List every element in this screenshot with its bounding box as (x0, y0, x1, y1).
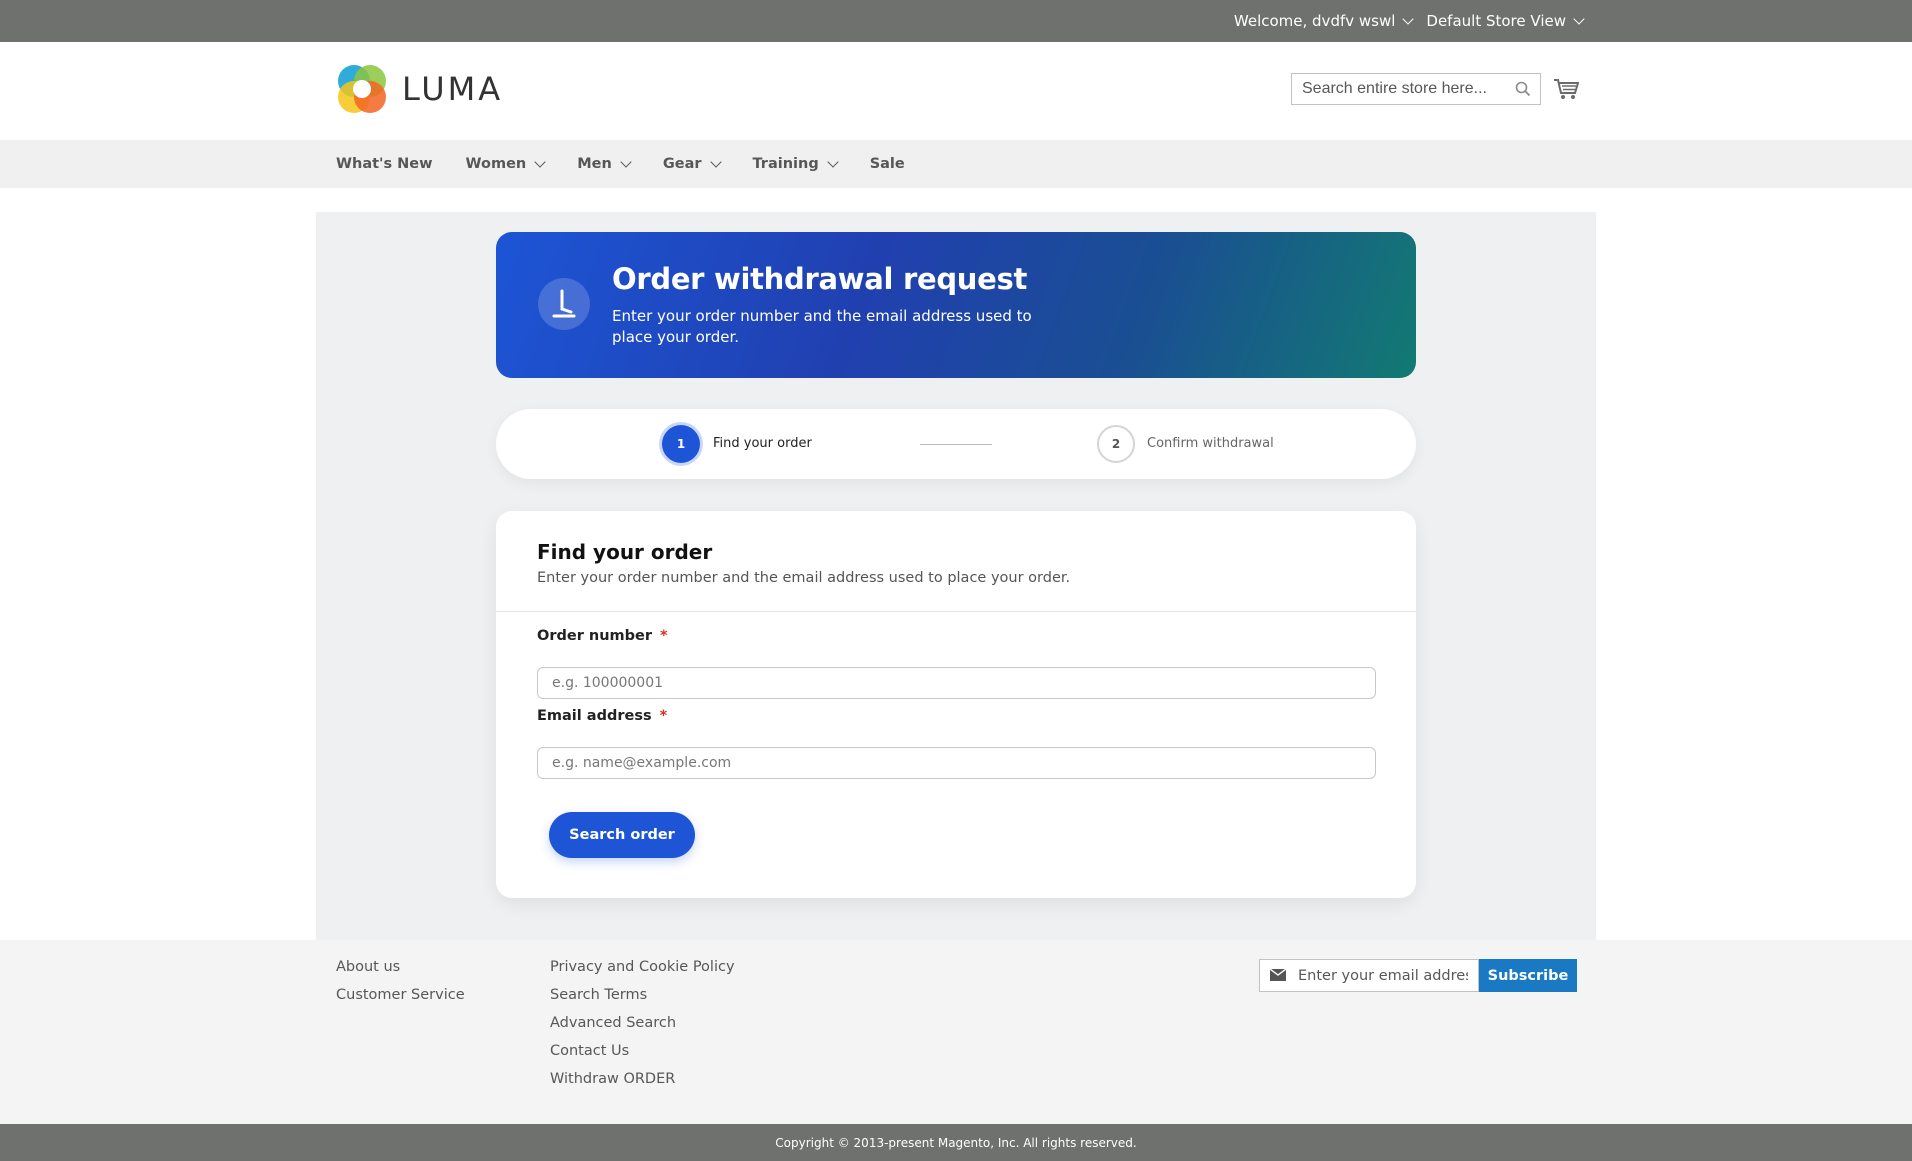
search-order-button[interactable]: Search order (549, 812, 695, 858)
luma-logo-icon (338, 65, 386, 113)
nav-item-label: Sale (869, 156, 905, 172)
nav-item-sale[interactable]: Sale (870, 156, 905, 172)
nav-item-label: Gear (662, 156, 702, 172)
chevron-down-icon (827, 155, 839, 168)
copyright-bar: Copyright © 2013-present Magento, Inc. A… (0, 1124, 1912, 1161)
footer-link-contact-us[interactable]: Contact Us (550, 1042, 735, 1061)
order-number-input[interactable] (537, 667, 1376, 699)
footer-link-privacy[interactable]: Privacy and Cookie Policy (550, 958, 735, 977)
nav-item-label: Women (465, 156, 527, 172)
required-marker: * (659, 708, 668, 724)
search-box[interactable] (1291, 73, 1541, 105)
customer-menu-toggle[interactable]: Welcome, dvdfv wswl (1233, 12, 1415, 30)
card-subtitle: Enter your order number and the email ad… (537, 570, 1071, 586)
order-number-label-text: Order number (537, 628, 653, 644)
find-order-card: Find your order Enter your order number … (496, 511, 1416, 898)
top-bar: Welcome, dvdfv wswl Default Store View (0, 0, 1912, 42)
copyright-text: Copyright © 2013-present Magento, Inc. A… (775, 1135, 1137, 1150)
nav-item-training[interactable]: Training (752, 155, 839, 172)
site-header: LUMA (0, 42, 1912, 140)
footer-links-col-1: About us Customer Service (336, 958, 465, 1005)
withdraw-icon (538, 278, 590, 330)
step-2-indicator: 2 (1097, 425, 1135, 463)
welcome-text: Welcome, dvdfv wswl (1233, 12, 1396, 30)
footer-link-withdraw-order[interactable]: Withdraw ORDER (550, 1070, 735, 1089)
nav-item-men[interactable]: Men (577, 155, 632, 172)
logo-text: LUMA (402, 70, 504, 108)
email-address-input[interactable] (537, 747, 1376, 779)
newsletter-form: Subscribe (1259, 959, 1577, 992)
logo[interactable]: LUMA (336, 63, 503, 115)
newsletter-email-input[interactable] (1298, 967, 1468, 984)
main-navigation: What's New Women Men Gear Training Sale (0, 140, 1912, 188)
divider (496, 611, 1416, 612)
email-address-label: Email address * (537, 708, 667, 724)
order-number-label: Order number * (537, 628, 668, 644)
chevron-down-icon (620, 155, 632, 168)
store-view-label: Default Store View (1426, 12, 1566, 30)
nav-item-gear[interactable]: Gear (662, 155, 722, 172)
chevron-down-icon (709, 155, 722, 168)
nav-item-label: Men (577, 156, 612, 172)
chevron-down-icon (1402, 12, 1415, 25)
site-footer: About us Customer Service Privacy and Co… (0, 940, 1912, 1124)
store-switcher[interactable]: Default Store View (1426, 12, 1585, 30)
subscribe-button[interactable]: Subscribe (1479, 959, 1577, 992)
nav-item-women[interactable]: Women (465, 155, 546, 172)
newsletter-field[interactable] (1259, 959, 1479, 992)
nav-item-label: What's New (336, 156, 433, 172)
card-title: Find your order (537, 540, 713, 564)
page-subtitle: Enter your order number and the email ad… (612, 307, 1032, 346)
cart-icon[interactable] (1553, 78, 1580, 104)
search-input[interactable] (1302, 80, 1502, 98)
page-title: Order withdrawal request (612, 262, 1028, 296)
step-1-indicator: 1 (662, 425, 700, 463)
chevron-down-icon (534, 155, 546, 168)
chevron-down-icon (1573, 12, 1585, 25)
footer-links-col-2: Privacy and Cookie Policy Search Terms A… (550, 958, 735, 1089)
step-2-label: Confirm withdrawal (1147, 436, 1274, 451)
envelope-icon (1269, 966, 1287, 985)
footer-link-about-us[interactable]: About us (336, 958, 465, 977)
nav-item-label: Training (752, 156, 819, 172)
required-marker: * (660, 628, 668, 644)
step-connector (920, 444, 992, 445)
progress-steps: 1 Find your order 2 Confirm withdrawal (496, 409, 1416, 479)
withdrawal-hero-banner: Order withdrawal request Enter your orde… (496, 232, 1416, 378)
email-address-label-text: Email address (537, 708, 652, 724)
search-icon[interactable] (1515, 81, 1531, 101)
footer-link-customer-service[interactable]: Customer Service (336, 986, 465, 1005)
nav-item-whats-new[interactable]: What's New (336, 156, 433, 172)
footer-link-advanced-search[interactable]: Advanced Search (550, 1014, 735, 1033)
footer-link-search-terms[interactable]: Search Terms (550, 986, 735, 1005)
step-1-label: Find your order (713, 436, 812, 451)
